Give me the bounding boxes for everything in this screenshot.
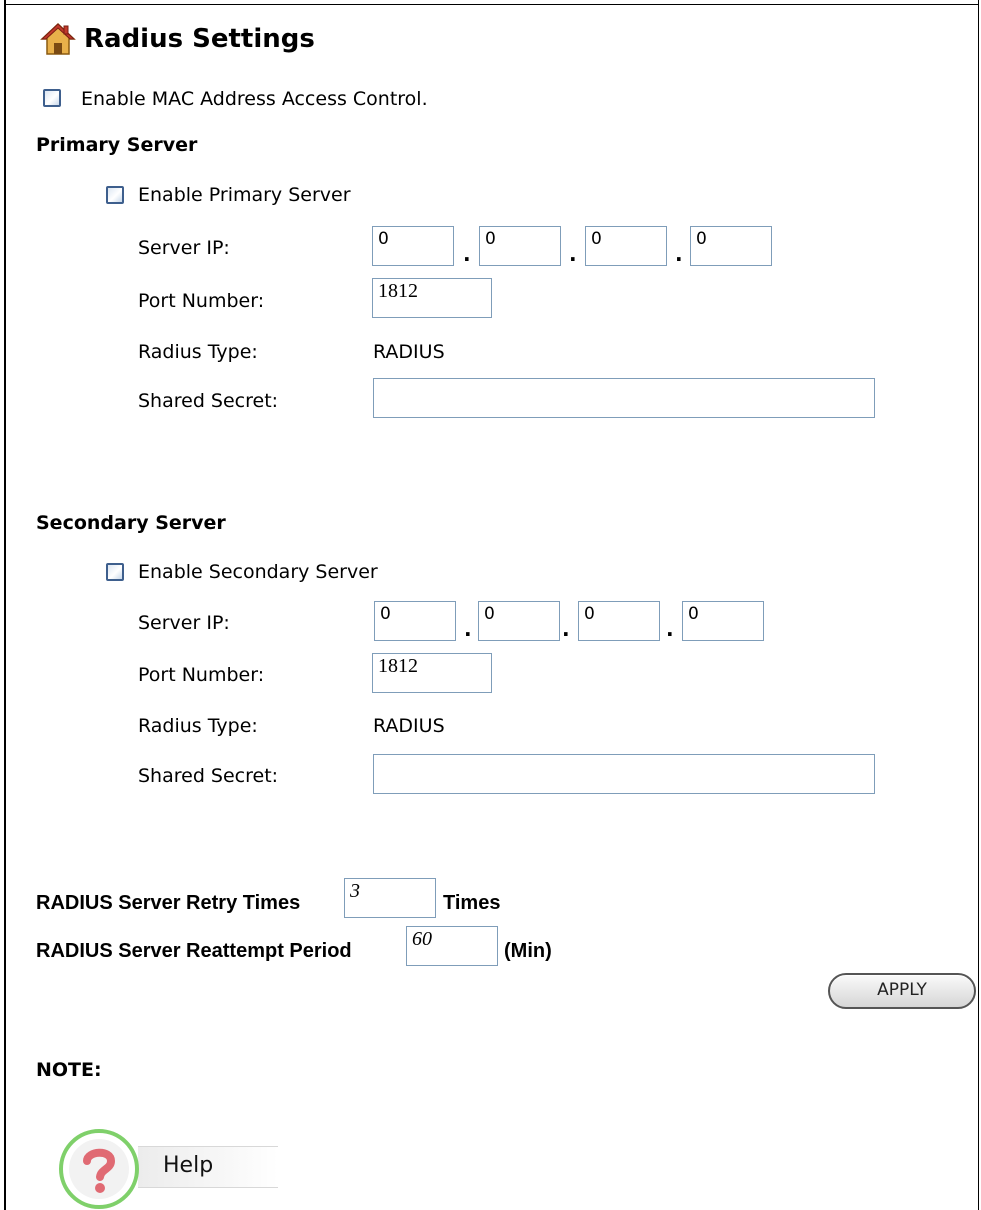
ip-separator: . — [562, 617, 570, 641]
enable-primary-checkbox[interactable] — [106, 186, 124, 204]
primary-radius-type-label: Radius Type: — [138, 341, 258, 363]
primary-port-input[interactable]: 1812 — [372, 278, 492, 318]
ip-separator: . — [463, 242, 471, 266]
primary-secret-input[interactable] — [373, 378, 875, 418]
enable-secondary-checkbox[interactable] — [106, 563, 124, 581]
primary-port-label: Port Number: — [138, 290, 265, 312]
ip-separator: . — [569, 242, 577, 266]
frame-border-right — [978, 0, 979, 1210]
primary-secret-label: Shared Secret: — [138, 390, 279, 412]
question-mark-icon — [69, 1139, 129, 1199]
ip-separator: . — [675, 242, 683, 266]
reattempt-period-unit: (Min) — [504, 940, 552, 962]
secondary-server-heading: Secondary Server — [36, 512, 226, 534]
secondary-secret-input[interactable] — [373, 754, 875, 794]
frame-border-left — [4, 0, 6, 1210]
mac-control-label: Enable MAC Address Access Control. — [81, 88, 428, 110]
ip-separator: . — [666, 617, 674, 641]
primary-server-heading: Primary Server — [36, 134, 198, 156]
ip-separator: . — [464, 617, 472, 641]
secondary-secret-label: Shared Secret: — [138, 765, 279, 787]
secondary-port-input[interactable]: 1812 — [372, 653, 492, 693]
apply-button[interactable]: APPLY — [828, 973, 976, 1009]
secondary-ip-octet-3[interactable]: 0 — [578, 601, 660, 641]
enable-secondary-label: Enable Secondary Server — [138, 561, 378, 583]
home-icon — [40, 22, 76, 55]
secondary-ip-octet-4[interactable]: 0 — [682, 601, 764, 641]
secondary-server-ip-label: Server IP: — [138, 612, 230, 634]
page-title: Radius Settings — [84, 24, 315, 54]
retry-times-input[interactable]: 3 — [344, 878, 436, 918]
help-label[interactable]: Help — [163, 1153, 213, 1178]
frame-border-top — [4, 4, 979, 5]
help-icon-ring[interactable] — [59, 1129, 139, 1209]
note-label: NOTE: — [36, 1059, 102, 1081]
secondary-radius-type-value: RADIUS — [373, 715, 445, 737]
primary-ip-octet-2[interactable]: 0 — [479, 226, 561, 266]
mac-control-checkbox[interactable] — [43, 89, 61, 107]
enable-primary-label: Enable Primary Server — [138, 184, 351, 206]
reattempt-period-label: RADIUS Server Reattempt Period — [36, 940, 352, 962]
secondary-radius-type-label: Radius Type: — [138, 715, 258, 737]
secondary-ip-octet-2[interactable]: 0 — [478, 601, 560, 641]
retry-times-label: RADIUS Server Retry Times — [36, 892, 301, 914]
primary-ip-octet-4[interactable]: 0 — [690, 226, 772, 266]
retry-times-unit: Times — [443, 892, 501, 914]
primary-ip-octet-1[interactable]: 0 — [372, 226, 454, 266]
primary-radius-type-value: RADIUS — [373, 341, 445, 363]
primary-server-ip-label: Server IP: — [138, 237, 230, 259]
primary-ip-octet-3[interactable]: 0 — [585, 226, 667, 266]
secondary-port-label: Port Number: — [138, 664, 265, 686]
secondary-ip-octet-1[interactable]: 0 — [374, 601, 456, 641]
reattempt-period-input[interactable]: 60 — [406, 926, 498, 966]
